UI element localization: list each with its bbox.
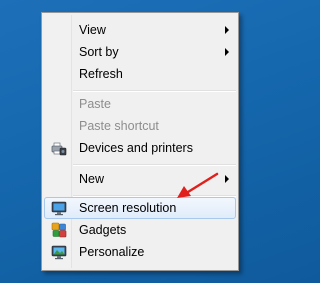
menu-item-label: Devices and printers	[79, 141, 193, 155]
menu-item-new[interactable]: New	[44, 168, 236, 190]
desktop-background[interactable]: View Sort by Refresh Paste Paste shortcu…	[0, 0, 276, 283]
menu-item-devices-and-printers[interactable]: Devices and printers	[44, 137, 236, 159]
menu-separator	[73, 164, 236, 166]
submenu-arrow-icon	[225, 26, 229, 34]
gadgets-icon	[51, 222, 67, 238]
menu-item-label: Paste	[79, 97, 111, 111]
menu-item-label: View	[79, 23, 106, 37]
menu-item-gadgets[interactable]: Gadgets	[44, 219, 236, 241]
menu-item-label: Refresh	[79, 67, 123, 81]
devices-printers-icon	[51, 142, 67, 156]
menu-item-sort-by[interactable]: Sort by	[44, 41, 236, 63]
personalize-icon	[51, 245, 67, 260]
menu-item-label: Screen resolution	[79, 201, 177, 215]
menu-item-screen-resolution[interactable]: Screen resolution	[44, 197, 236, 219]
menu-item-paste-shortcut: Paste shortcut	[44, 115, 236, 137]
menu-item-label: Sort by	[79, 45, 119, 59]
submenu-arrow-icon	[225, 175, 229, 183]
menu-item-label: Gadgets	[79, 223, 127, 237]
menu-separator	[73, 90, 236, 92]
screen-resolution-icon	[51, 201, 67, 216]
desktop-context-menu: View Sort by Refresh Paste Paste shortcu…	[41, 12, 239, 271]
menu-item-view[interactable]: View	[44, 19, 236, 41]
menu-item-label: Paste shortcut	[79, 119, 159, 133]
menu-item-paste: Paste	[44, 93, 236, 115]
menu-item-personalize[interactable]: Personalize	[44, 241, 236, 263]
menu-item-label: New	[79, 172, 105, 186]
menu-item-label: Personalize	[79, 245, 145, 259]
menu-item-refresh[interactable]: Refresh	[44, 63, 236, 85]
submenu-arrow-icon	[225, 48, 229, 56]
